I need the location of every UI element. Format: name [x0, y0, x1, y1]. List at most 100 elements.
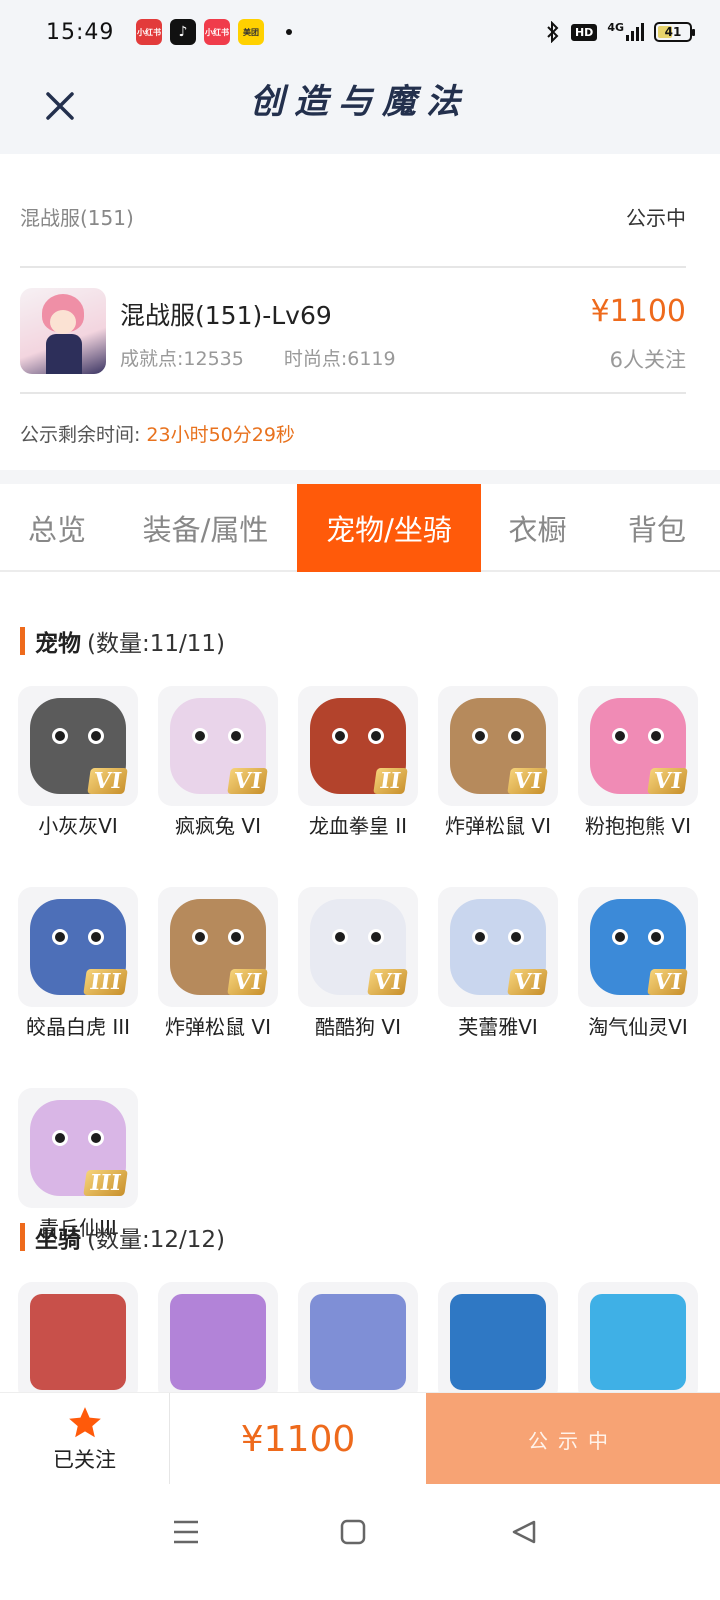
pet-grade: VI [226, 768, 268, 794]
menu-icon [174, 1520, 198, 1544]
pet-grade: VI [366, 969, 408, 995]
pet-item[interactable]: VI 疯疯兔 VI [158, 686, 278, 839]
bottom-price: ¥1100 [240, 1418, 356, 1460]
action-bar: 已关注 ¥1100 公示中 [0, 1392, 720, 1485]
signal-icon [626, 23, 644, 41]
pet-item[interactable]: VI 小灰灰VI [18, 686, 138, 839]
remaining-time-value: 23小时50分29秒 [146, 424, 295, 446]
pet-thumbnail: VI [438, 686, 558, 806]
pet-name: 酷酷狗 VI [315, 1015, 401, 1039]
tab-pets-mounts[interactable]: 宠物/坐骑 [297, 484, 481, 572]
follow-button[interactable]: 已关注 [0, 1393, 170, 1485]
pets-count: (数量:11/11) [87, 631, 225, 657]
pet-name: 炸弹松鼠 VI [165, 1015, 271, 1039]
status-time: 15:49 [46, 19, 115, 45]
system-nav-bar [0, 1484, 720, 1600]
bluetooth-icon [547, 21, 559, 43]
pets-heading: 宠物 [35, 631, 81, 657]
tab-backpack[interactable]: 背包 [594, 484, 720, 572]
pet-thumbnail: VI [158, 887, 278, 1007]
hd-icon: HD [570, 23, 598, 41]
mount-item[interactable] [438, 1282, 558, 1402]
more-notifications-dot [286, 29, 292, 35]
pet-item[interactable]: VI 炸弹松鼠 VI [438, 686, 558, 839]
pet-thumbnail: VI [158, 686, 278, 806]
pet-thumbnail: VI [438, 887, 558, 1007]
divider [20, 266, 686, 268]
home-square-icon [340, 1519, 366, 1545]
pet-item[interactable]: VI 芙蕾雅VI [438, 887, 558, 1040]
battery-icon: 41 [654, 22, 695, 42]
section-gap [0, 470, 720, 484]
mounts-grid [18, 1282, 704, 1402]
detail-tabs: 总览 装备/属性 宠物/坐骑 衣橱 背包 [0, 484, 720, 572]
mount-thumbnail [578, 1282, 698, 1402]
system-indicators: HD 4G 41 [545, 21, 695, 43]
pet-thumbnail: VI [18, 686, 138, 806]
mount-item[interactable] [298, 1282, 418, 1402]
mounts-count: (数量:12/12) [87, 1227, 225, 1253]
mounts-heading: 坐骑 [35, 1227, 81, 1253]
server-row: 混战服(151) 公示中 [20, 202, 686, 231]
mount-item[interactable] [158, 1282, 278, 1402]
pet-name: 芙蕾雅VI [458, 1015, 538, 1039]
pet-thumbnail: VI [578, 686, 698, 806]
pets-section-title: 宠物 (数量:11/11) [20, 624, 225, 658]
pet-name: 龙血拳皇 II [308, 814, 408, 838]
mount-thumbnail [438, 1282, 558, 1402]
tiktok-app-icon: ♪ [170, 19, 196, 45]
back-triangle-icon [512, 1520, 536, 1544]
tab-wardrobe[interactable]: 衣橱 [481, 484, 594, 572]
achievement-points: 成就点:12535 [120, 348, 244, 370]
pet-thumbnail: III [18, 887, 138, 1007]
menu-nav-button[interactable] [166, 1512, 206, 1552]
page-title: 创造与魔法 [250, 82, 470, 122]
mount-thumbnail [158, 1282, 278, 1402]
follow-label: 已关注 [53, 1448, 116, 1472]
divider [20, 392, 686, 394]
pet-item[interactable]: VI 炸弹松鼠 VI [158, 887, 278, 1040]
pet-grade: VI [506, 969, 548, 995]
pet-item[interactable]: III 皎晶白虎 III [18, 887, 138, 1040]
pet-grade: VI [86, 768, 128, 794]
pet-thumbnail: VI [298, 887, 418, 1007]
pet-thumbnail: II [298, 686, 418, 806]
meituan-app-icon: 美团 [238, 19, 264, 45]
back-nav-button[interactable] [504, 1512, 544, 1552]
pet-name: 疯疯兔 VI [175, 814, 261, 838]
star-icon [68, 1407, 101, 1438]
battery-level: 41 [664, 25, 682, 39]
pet-name: 皎晶白虎 III [25, 1015, 131, 1039]
pet-item[interactable]: VI 淘气仙灵VI [578, 887, 698, 1040]
character-title: 混战服(151)-Lv69 [120, 301, 332, 330]
pet-name: 炸弹松鼠 VI [445, 814, 551, 838]
pet-thumbnail: VI [578, 887, 698, 1007]
listing-price: ¥1100 [590, 294, 686, 329]
home-nav-button[interactable] [333, 1512, 373, 1552]
mounts-section-title: 坐骑 (数量:12/12) [20, 1220, 225, 1254]
mount-item[interactable] [18, 1282, 138, 1402]
pet-item[interactable]: VI 酷酷狗 VI [298, 887, 418, 1040]
pet-thumbnail: III [18, 1088, 138, 1208]
mount-thumbnail [298, 1282, 418, 1402]
listing-status: 公示中 [626, 206, 686, 230]
pet-item[interactable]: III 青丘仙III [18, 1088, 138, 1241]
title-bar: 创造与魔法 [0, 64, 720, 154]
mount-item[interactable] [578, 1282, 698, 1402]
tab-overview[interactable]: 总览 [0, 484, 114, 572]
section-marker [20, 1223, 25, 1251]
pet-item[interactable]: VI 粉抱抱熊 VI [578, 686, 698, 839]
pet-grade: III [83, 969, 128, 995]
remaining-time-row: 公示剩余时间: 23小时50分29秒 [20, 420, 295, 447]
tab-equipment[interactable]: 装备/属性 [114, 484, 297, 572]
pet-grade: VI [506, 768, 548, 794]
fashion-points: 时尚点:6119 [283, 348, 396, 370]
notice-button[interactable]: 公示中 [426, 1393, 720, 1485]
pet-grade: III [83, 1170, 128, 1196]
pet-grade: VI [646, 768, 688, 794]
remaining-time-label: 公示剩余时间: [20, 424, 141, 446]
mount-thumbnail [18, 1282, 138, 1402]
pet-grade: VI [226, 969, 268, 995]
character-avatar [20, 288, 106, 374]
pet-item[interactable]: II 龙血拳皇 II [298, 686, 418, 839]
